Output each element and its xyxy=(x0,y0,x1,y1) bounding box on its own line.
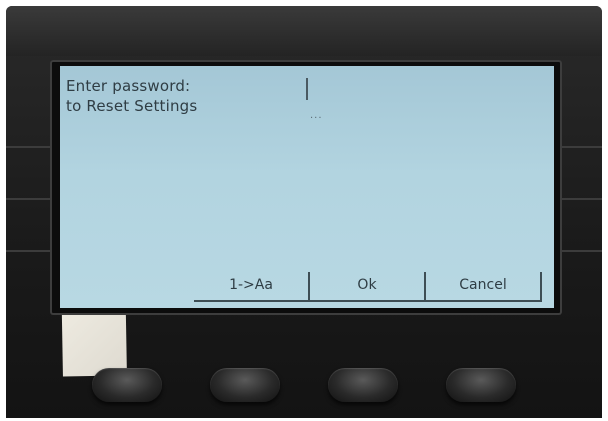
softkey-ok[interactable]: Ok xyxy=(310,272,426,302)
password-input-placeholder: ... xyxy=(310,110,323,121)
hardware-softkey-3-button[interactable] xyxy=(328,368,398,402)
hardware-softkey-1-button[interactable] xyxy=(92,368,162,402)
softkey-bar: 1->Aa Ok Cancel xyxy=(184,272,544,302)
side-divider xyxy=(562,146,602,148)
softkey-cancel[interactable]: Cancel xyxy=(426,272,542,302)
phone-device: Enter password: to Reset Settings ... 1-… xyxy=(6,6,602,418)
lcd-screen: Enter password: to Reset Settings ... 1-… xyxy=(60,66,554,308)
side-divider xyxy=(562,250,602,252)
side-divider xyxy=(6,146,50,148)
password-prompt: Enter password: to Reset Settings xyxy=(66,76,197,116)
side-divider xyxy=(562,198,602,200)
softkey-input-mode[interactable]: 1->Aa xyxy=(194,272,310,302)
prompt-line-1: Enter password: xyxy=(66,77,191,95)
prompt-line-2: to Reset Settings xyxy=(66,97,198,115)
side-divider xyxy=(6,250,50,252)
side-divider xyxy=(6,198,50,200)
top-bezel xyxy=(6,6,602,56)
hardware-softkey-4-button[interactable] xyxy=(446,368,516,402)
hardware-softkey-2-button[interactable] xyxy=(210,368,280,402)
password-input-cursor[interactable] xyxy=(306,78,308,100)
